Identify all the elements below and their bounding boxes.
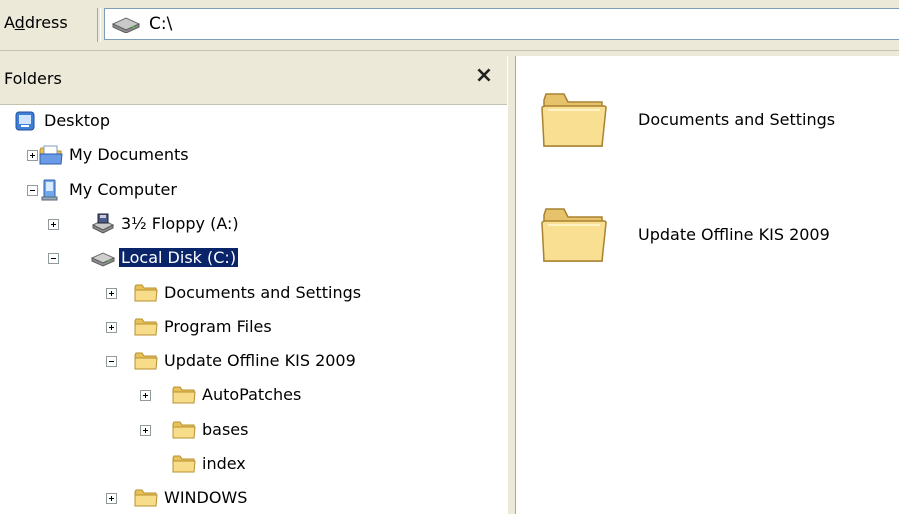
large-folder-icon	[540, 201, 608, 267]
toolbar-separator	[97, 8, 101, 42]
tree-item[interactable]: Documents and Settings	[0, 279, 507, 309]
hard-drive-icon	[90, 247, 116, 269]
expand-icon[interactable]	[48, 218, 59, 230]
tree-item-label: My Documents	[69, 145, 189, 165]
tree-item-label: My Computer	[69, 179, 177, 199]
content-folder-item[interactable]: Documents and Settings	[516, 86, 899, 166]
expand-icon[interactable]	[106, 493, 117, 505]
folders-title: Folders	[4, 69, 62, 88]
tree-item[interactable]: WINDOWS	[0, 484, 507, 514]
tree-item-label: bases	[202, 419, 249, 439]
tree-item-label: Documents and Settings	[164, 282, 362, 302]
tree-item[interactable]: index	[0, 450, 507, 480]
tree-item[interactable]: Local Disk (C:)	[0, 244, 507, 274]
folder-icon	[134, 350, 158, 372]
content-folder-label: Documents and Settings	[638, 110, 836, 129]
tree-item-label: Desktop	[44, 111, 110, 130]
tree-item-label: Local Disk (C:)	[117, 247, 240, 269]
expand-icon[interactable]	[27, 150, 38, 162]
tree-item[interactable]: 3½ Floppy (A:)	[0, 210, 507, 240]
tree-item-label: WINDOWS	[164, 488, 248, 508]
tree-item-label: index	[202, 454, 246, 473]
tree-item-label: Update Offline KIS 2009	[164, 351, 356, 371]
tree-item[interactable]: Program Files	[0, 313, 507, 343]
content-pane: Documents and Settings Update Offline KIS…	[516, 56, 899, 514]
folder-icon	[134, 282, 158, 304]
folder-icon	[134, 487, 158, 509]
tree-item[interactable]: Update Offline KIS 2009	[0, 347, 507, 377]
folder-icon	[172, 419, 196, 441]
collapse-icon[interactable]	[106, 356, 117, 368]
address-bar: Address C:\	[0, 0, 899, 51]
address-label: Address	[4, 13, 68, 32]
content-folder-item[interactable]: Update Offline KIS 2009	[516, 201, 899, 281]
my-computer-icon	[39, 179, 63, 201]
expand-icon[interactable]	[140, 390, 151, 402]
large-folder-icon	[540, 86, 608, 152]
address-input[interactable]: C:\	[104, 8, 899, 40]
expand-icon[interactable]	[140, 424, 151, 436]
desktop-icon	[14, 110, 38, 132]
tree-item-label: AutoPatches	[202, 385, 302, 405]
pane-splitter[interactable]	[507, 56, 516, 514]
folder-icon	[172, 453, 196, 475]
expand-icon[interactable]	[106, 287, 117, 299]
folders-header: Folders ×	[0, 56, 507, 105]
tree-item[interactable]: bases	[0, 416, 507, 446]
tree-item[interactable]: Desktop	[0, 107, 507, 137]
folders-pane: Folders × Desktop My Documents My Computer…	[0, 56, 508, 514]
tree-item-label: 3½ Floppy (A:)	[121, 213, 239, 233]
tree-item[interactable]: My Computer	[0, 176, 507, 206]
address-value: C:\	[149, 14, 173, 34]
floppy-drive-icon	[91, 213, 115, 235]
collapse-icon[interactable]	[27, 184, 38, 196]
close-icon[interactable]: ×	[472, 64, 496, 88]
my-documents-icon	[39, 144, 63, 166]
hard-drive-icon	[111, 15, 141, 37]
collapse-icon[interactable]	[48, 253, 59, 265]
tree-item[interactable]: My Documents	[0, 141, 507, 171]
folder-icon	[134, 316, 158, 338]
folder-icon	[172, 384, 196, 406]
tree-item-label: Program Files	[164, 316, 272, 336]
content-folder-label: Update Offline KIS 2009	[638, 225, 830, 244]
tree-item[interactable]: AutoPatches	[0, 381, 507, 411]
expand-icon[interactable]	[106, 321, 117, 333]
